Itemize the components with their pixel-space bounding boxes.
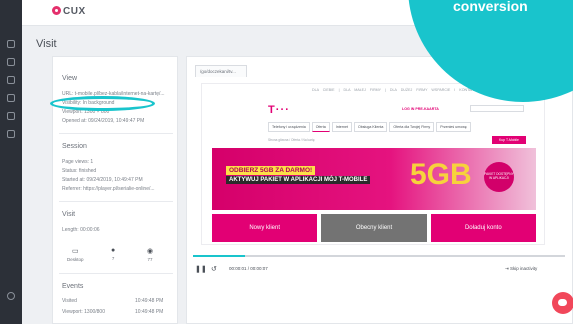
divider — [59, 201, 173, 202]
left-rail — [0, 0, 22, 324]
playback-progress-bar[interactable] — [193, 255, 565, 257]
t-mobile-logo: T · · · — [268, 104, 289, 116]
promo-banner: ODBIERZ 5GB ZA DARMO! AKTYWUJ PAKIET W A… — [212, 148, 536, 210]
chrome-icon: ◉ — [147, 248, 154, 255]
session-heading: Session — [62, 143, 87, 150]
device-browser: ◉ 77 — [147, 248, 154, 262]
site-menu-item: Oferta dla Twojej Firmy — [389, 122, 435, 132]
divider — [59, 273, 173, 274]
recorded-page-view: DLA CIEBIE | DLA MAŁEJ FIRMY | DLA DUŻEJ… — [201, 83, 545, 245]
highlight-annotation — [50, 96, 155, 111]
event-time: 10:49:48 PM — [135, 298, 164, 304]
site-menu-item: Obsługa Klienta — [353, 122, 388, 132]
playback-time: 00:00:01 / 00:00:07 — [229, 266, 268, 271]
banner-5gb-graphic: 5GB — [410, 158, 472, 191]
site-existing-client-button: Obecny klient — [321, 214, 427, 242]
site-breadcrumb: Strona główna / Oferta / Na kartę — [268, 138, 315, 142]
chat-button[interactable] — [552, 292, 573, 314]
session-referrer[interactable]: Referrer: https://player.pl/serialie-onl… — [62, 186, 172, 192]
banner-badge: PAKIET DOSTĘPNY W APLIKACJI — [484, 162, 514, 192]
desktop-icon: ▭ — [71, 248, 79, 255]
playback-progress-fill — [193, 255, 246, 257]
chat-icon — [558, 299, 567, 306]
site-account-link: LOG IN PRE-KAARTA — [402, 107, 439, 111]
view-heading: View — [62, 75, 78, 82]
session-status: Status: finished — [62, 168, 97, 174]
funnel-icon[interactable] — [7, 94, 15, 102]
site-menu-item: Internet — [331, 122, 352, 132]
visit-length: Length: 00:00:06 — [62, 227, 100, 233]
session-page-views: Page views: 1 — [62, 159, 94, 165]
user-icon[interactable] — [7, 292, 15, 300]
site-menu-item: Oferta — [311, 122, 330, 132]
skip-inactivity-toggle[interactable]: ⇥ Skip inactivity — [505, 266, 537, 272]
app-root: CUX Visit View URL: t-mobile.pl/bez-kabl… — [0, 0, 573, 324]
heatmap-icon[interactable] — [7, 76, 15, 84]
site-top-up-button: Doładuj konto — [430, 214, 536, 242]
event-name[interactable]: Visited — [62, 298, 122, 304]
site-new-client-button: Nowy klient — [212, 214, 318, 242]
site-cta-button: Kup T-Mobile — [492, 136, 526, 144]
event-time: 10:49:48 PM — [135, 309, 164, 315]
site-button-row: Nowy klient Obecny klient Doładuj konto — [212, 214, 536, 242]
site-search-box — [470, 105, 524, 112]
promo-corner-text: conversion — [453, 0, 528, 14]
device-os: ● 7 — [111, 247, 116, 261]
apple-icon: ● — [111, 247, 116, 254]
site-menu-item: Przenieś umowę — [436, 122, 471, 132]
session-started-at: Started at: 09/24/2019, 10:49:47 PM — [62, 177, 143, 183]
view-opened-at: Opened at: 09/24/2019, 10:49:47 PM — [62, 118, 145, 124]
banner-headline: ODBIERZ 5GB ZA DARMO! — [226, 166, 316, 175]
page-title: Visit — [36, 38, 57, 50]
event-name[interactable]: Viewport: 1300/800 — [62, 309, 122, 315]
pause-icon[interactable]: ❚❚ — [195, 265, 207, 273]
tab-recorded-page[interactable]: /go/doczekani/tv... — [195, 65, 247, 77]
visit-heading: Visit — [62, 211, 76, 218]
logo-mark-icon — [52, 6, 61, 15]
settings-icon[interactable] — [7, 130, 15, 138]
site-menu: Telefony i urządzenia Oferta Internet Ob… — [268, 122, 471, 132]
device-desktop: ▭ Desktop — [67, 248, 84, 262]
recordings-icon[interactable] — [7, 58, 15, 66]
events-heading: Events — [62, 283, 84, 290]
dashboard-icon[interactable] — [7, 40, 15, 48]
site-menu-item: Telefony i urządzenia — [268, 122, 310, 132]
replay-icon[interactable]: ↺ — [211, 265, 217, 273]
banner-subline: AKTYWUJ PAKIET W APLIKACJI MÓJ T-MOBILE — [226, 176, 371, 184]
playback-controls: ❚❚ ↺ 00:00:01 / 00:00:07 ⇥ Skip inactivi… — [195, 264, 567, 276]
tags-icon[interactable] — [7, 112, 15, 120]
divider — [59, 133, 173, 134]
app-logo[interactable]: CUX — [52, 6, 86, 17]
